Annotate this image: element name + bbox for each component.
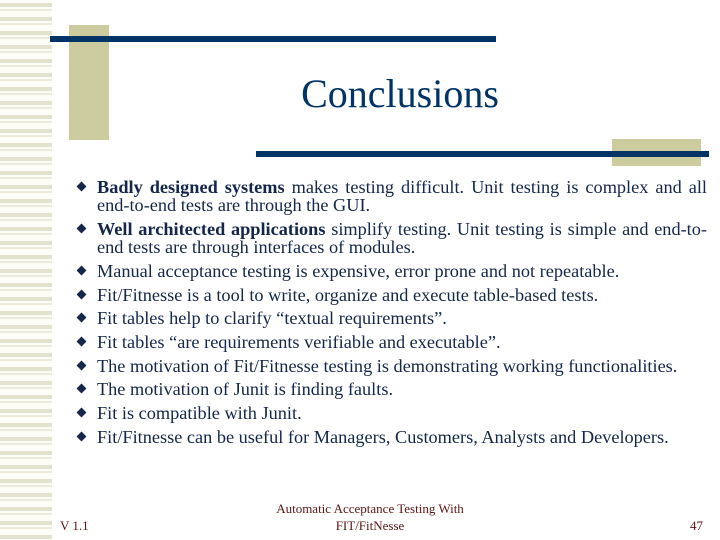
diamond-bullet-icon [76,407,87,418]
bullet-text: Fit tables help to clarify “textual requ… [97,308,447,329]
bullet-item: Fit is compatible with Junit. [75,404,707,422]
bullet-text: Fit is compatible with Junit. [97,403,302,424]
bullet-item: Fit/Fitnesse can be useful for Managers,… [75,428,707,446]
navy-rule-bottom [256,151,709,157]
bullet-item: Badly designed systems makes testing dif… [75,178,707,215]
diamond-bullet-icon [76,289,87,300]
diamond-bullet-icon [76,336,87,347]
bullet-list: Badly designed systems makes testing dif… [75,178,707,451]
diamond-bullet-icon [76,223,87,234]
bullet-bold-text: Badly designed systems [97,177,285,197]
navy-rule-top [50,36,496,42]
footer-version: V 1.1 [60,518,89,533]
bullet-item: The motivation of Fit/Fitnesse testing i… [75,357,707,375]
footer-title-line1: Automatic Acceptance Testing With [276,501,464,516]
bullet-text: Fit/Fitnesse can be useful for Managers,… [97,426,669,447]
bullet-text: The motivation of Junit is finding fault… [97,379,394,400]
bullet-text: The motivation of Fit/Fitnesse testing i… [97,355,678,376]
bullet-item: Fit tables “are requirements verifiable … [75,333,707,351]
diamond-bullet-icon [76,312,87,323]
left-stripe-decoration [0,0,52,540]
bullet-item: Well architected applications simplify t… [75,220,707,257]
bullet-bold-text: Well architected applications [97,218,326,239]
bullet-item: The motivation of Junit is finding fault… [75,379,707,400]
footer-page-number: 47 [690,518,703,533]
diamond-bullet-icon [76,360,87,371]
diamond-bullet-icon [76,383,87,394]
footer-title-line2: FIT/FitNesse [335,518,405,533]
diamond-bullet-icon [76,431,87,442]
bullet-item: Fit tables help to clarify “textual requ… [75,309,707,327]
footer-title: Automatic Acceptance Testing With FIT/Fi… [250,500,490,534]
diamond-bullet-icon [76,265,87,276]
bullet-item: Fit/Fitnesse is a tool to write, organiz… [75,286,707,304]
diamond-bullet-icon [76,181,87,192]
bullet-text: Fit tables “are requirements verifiable … [97,332,501,353]
bullet-item: Manual acceptance testing is expensive, … [75,262,707,280]
tan-block-top [69,25,109,140]
slide-title: Conclusions [301,71,499,116]
bullet-text: Manual acceptance testing is expensive, … [97,260,620,281]
bullet-text: Fit/Fitnesse is a tool to write, organiz… [97,284,599,305]
